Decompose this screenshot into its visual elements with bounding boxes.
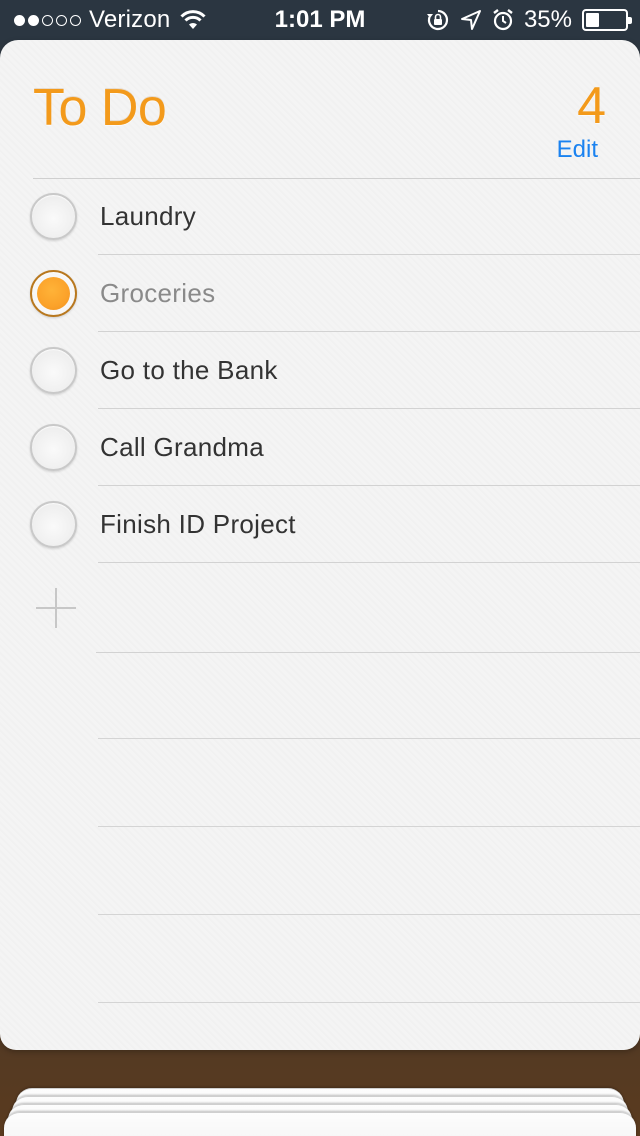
status-bar: Verizon 1:01 PM 35% [0,0,640,40]
empty-row-line [98,826,640,827]
add-reminder-row[interactable] [0,564,640,653]
edit-button[interactable]: Edit [557,136,598,164]
reminder-label[interactable]: Go to the Bank [100,332,278,409]
reminder-label[interactable]: Laundry [100,178,196,255]
reminders-list-card[interactable]: To Do 4 Edit Laundry Groceries Go to the… [0,40,640,1050]
row-divider [96,652,640,653]
list-item[interactable]: Laundry [0,178,640,255]
list-item[interactable]: Go to the Bank [0,332,640,409]
signal-dot [70,14,81,26]
list-item[interactable]: Groceries [0,255,640,332]
status-left: Verizon [14,0,208,40]
stacked-lists[interactable] [0,1050,640,1136]
stacked-list-sheet[interactable] [4,1112,636,1136]
battery-fill [586,13,599,27]
carrier-name: Verizon [89,6,171,33]
battery-percent: 35% [523,6,572,33]
completion-checkbox[interactable] [30,501,77,548]
empty-row-line [98,1002,640,1003]
plus-icon[interactable] [36,588,76,628]
alarm-clock-icon [493,9,513,31]
rotation-lock-icon [426,9,449,31]
signal-dot [42,14,53,26]
empty-row-line [98,914,640,915]
empty-row-line [98,738,640,739]
list-item[interactable]: Call Grandma [0,409,640,486]
battery-icon [582,9,632,31]
battery-nub [628,17,632,24]
location-arrow-icon [460,10,481,30]
signal-dot [56,14,67,26]
list-title: To Do [33,79,167,137]
signal-dot [14,14,25,26]
list-item[interactable]: Finish ID Project [0,486,640,563]
item-count: 4 [577,77,606,135]
completion-checkbox[interactable] [30,347,77,394]
row-divider [98,562,640,563]
signal-dot [28,14,39,26]
wifi-icon [180,10,207,29]
reminder-label[interactable]: Groceries [100,255,215,332]
status-right: 35% [426,0,632,40]
completion-checkbox[interactable] [30,193,77,240]
completion-checkbox-checked[interactable] [30,270,77,317]
reminder-label[interactable]: Call Grandma [100,409,264,486]
signal-strength-icon [14,14,81,26]
completion-checkbox[interactable] [30,424,77,471]
reminder-label[interactable]: Finish ID Project [100,486,296,563]
